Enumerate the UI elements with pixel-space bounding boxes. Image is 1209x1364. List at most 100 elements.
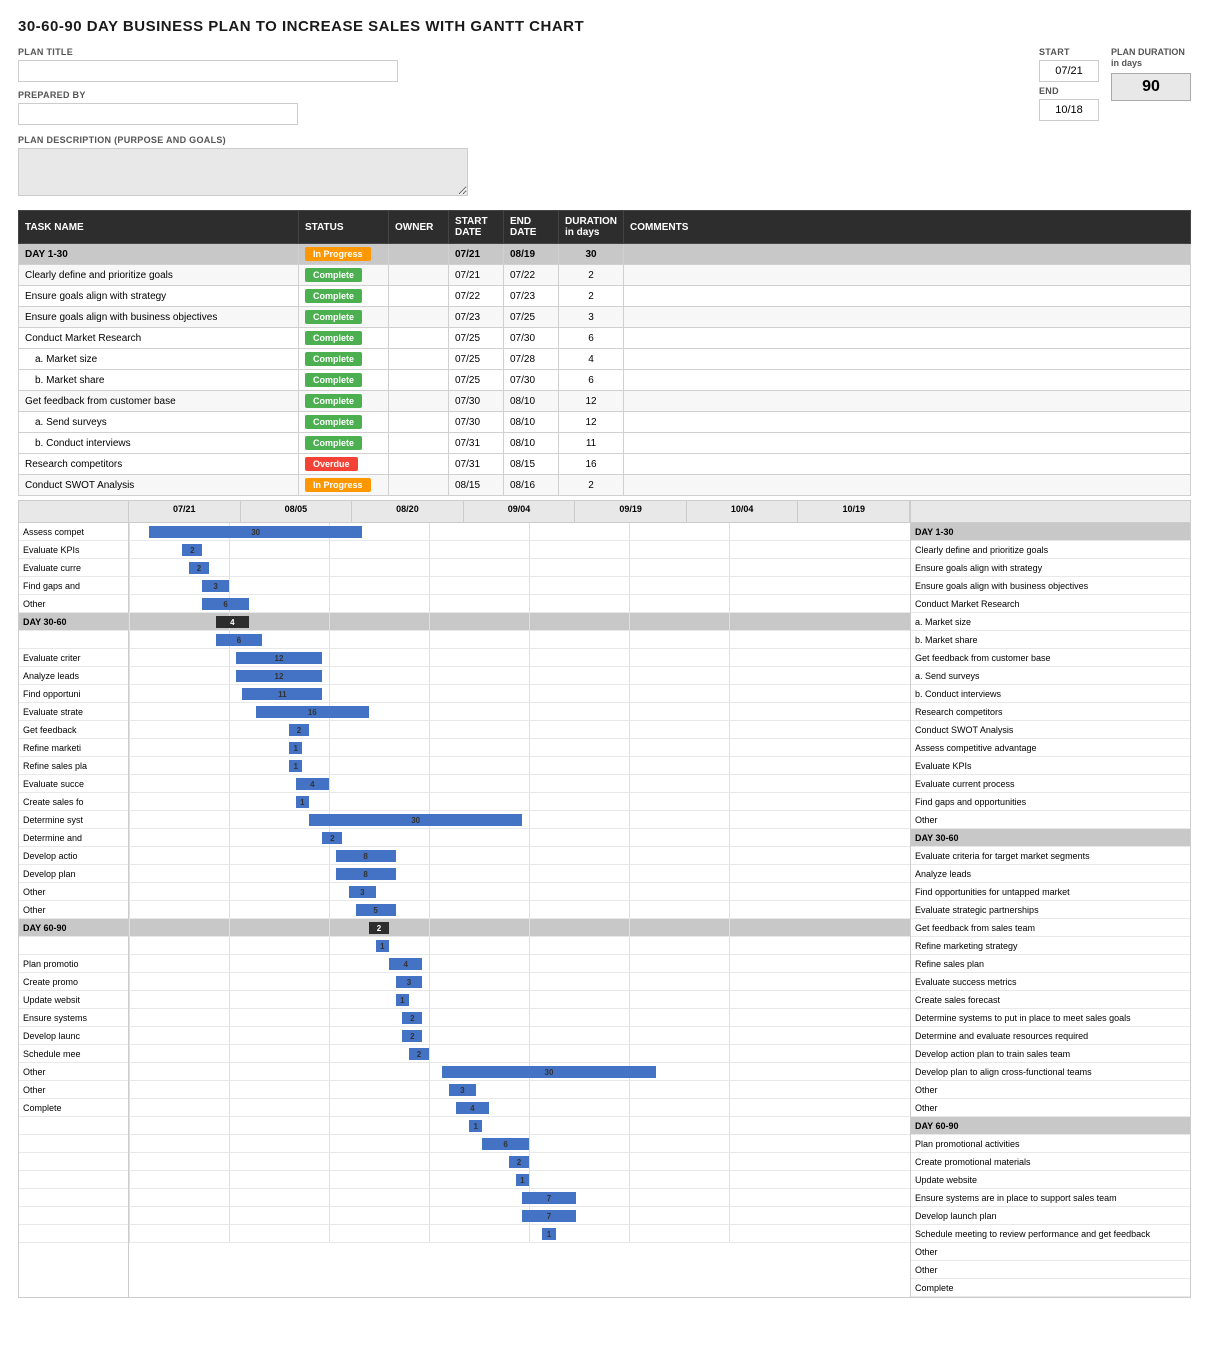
gantt-row-label: Evaluate criter: [19, 649, 128, 667]
status-badge: In Progress: [305, 478, 371, 492]
legend-item: Clearly define and prioritize goals: [911, 541, 1190, 559]
status-badge: Complete: [305, 436, 362, 450]
gantt-bar-row: 1: [129, 757, 910, 775]
table-row-status: Complete: [299, 391, 389, 412]
gantt-row-label: Create promo: [19, 973, 128, 991]
gantt-row-label: Find gaps and: [19, 577, 128, 595]
table-row-task: Conduct Market Research: [19, 328, 299, 349]
legend-item: Find opportunities for untapped market: [911, 883, 1190, 901]
legend-item: Ensure goals align with business objecti…: [911, 577, 1190, 595]
gantt-bar: 30: [442, 1066, 655, 1078]
desc-textarea[interactable]: [18, 148, 468, 196]
gantt-row-label: Other: [19, 1063, 128, 1081]
legend-item: Refine marketing strategy: [911, 937, 1190, 955]
gantt-date-header: 10/04: [687, 501, 799, 522]
end-input[interactable]: [1039, 99, 1099, 121]
legend-item: Create promotional materials: [911, 1153, 1190, 1171]
gantt-bar: 7: [522, 1210, 575, 1222]
gantt-bar: 6: [216, 634, 263, 646]
gantt-chart-area: 07/2108/0508/2009/0409/1910/0410/19 30 2 2…: [129, 501, 910, 1297]
table-row-status: Overdue: [299, 454, 389, 475]
legend-section-item: DAY 1-30: [911, 523, 1190, 541]
table-row-start: 07/31: [449, 454, 504, 475]
table-row-comments: [624, 370, 1191, 391]
gantt-bar: 3: [202, 580, 229, 592]
gantt-bar-row: 7: [129, 1207, 910, 1225]
table-row-task: Conduct SWOT Analysis: [19, 475, 299, 496]
table-row-duration: 2: [559, 286, 624, 307]
gantt-label-header: [19, 501, 128, 523]
legend-item: Evaluate criteria for target market segm…: [911, 847, 1190, 865]
gantt-date-headers: 07/2108/0508/2009/0409/1910/0410/19: [129, 501, 910, 523]
status-badge: Complete: [305, 352, 362, 366]
legend-item: a. Send surveys: [911, 667, 1190, 685]
gantt-bar-row: 2: [129, 919, 910, 937]
status-badge: Complete: [305, 289, 362, 303]
table-row-status: Complete: [299, 307, 389, 328]
gantt-bar: 2: [322, 832, 342, 844]
table-row-owner: [389, 391, 449, 412]
table-row-status: In Progress: [299, 244, 389, 265]
gantt-bar-row: 4: [129, 1099, 910, 1117]
gantt-bar: 30: [309, 814, 522, 826]
gantt-bar-row: 6: [129, 631, 910, 649]
gantt-bar-row: 8: [129, 847, 910, 865]
gantt-row-label: [19, 1225, 128, 1243]
table-row-end: 08/16: [504, 475, 559, 496]
table-row-start: 07/23: [449, 307, 504, 328]
gantt-row-label: Other: [19, 901, 128, 919]
legend-item: Other: [911, 1099, 1190, 1117]
table-row-owner: [389, 286, 449, 307]
gantt-row-label: Develop launc: [19, 1027, 128, 1045]
table-row-end: 08/10: [504, 412, 559, 433]
gantt-row-label: Other: [19, 595, 128, 613]
gantt-row-label: Get feedback: [19, 721, 128, 739]
table-row-status: In Progress: [299, 475, 389, 496]
gantt-row-label: Other: [19, 883, 128, 901]
gantt-row-label: Evaluate KPIs: [19, 541, 128, 559]
gantt-bar-row: 3: [129, 1081, 910, 1099]
plan-title-input[interactable]: [18, 60, 398, 82]
legend-item: Other: [911, 1081, 1190, 1099]
status-badge: In Progress: [305, 247, 371, 261]
gantt-bar-row: 1: [129, 1225, 910, 1243]
table-row-task: b. Market share: [19, 370, 299, 391]
start-input[interactable]: [1039, 60, 1099, 82]
table-row-end: 07/30: [504, 328, 559, 349]
gantt-bar-row: 7: [129, 1189, 910, 1207]
gantt-bar: 11: [242, 688, 322, 700]
status-badge: Complete: [305, 310, 362, 324]
table-row-task: Get feedback from customer base: [19, 391, 299, 412]
gantt-bar: 2: [509, 1156, 529, 1168]
table-row-owner: [389, 349, 449, 370]
plan-title-label: PLAN TITLE: [18, 47, 1019, 57]
gantt-row-label: [19, 1117, 128, 1135]
table-row-duration: 4: [559, 349, 624, 370]
legend-item: Develop plan to align cross-functional t…: [911, 1063, 1190, 1081]
table-row-task: Ensure goals align with business objecti…: [19, 307, 299, 328]
legend-item: Refine sales plan: [911, 955, 1190, 973]
gantt-bar: 3: [449, 1084, 476, 1096]
legend-section-item: DAY 60-90: [911, 1117, 1190, 1135]
gantt-bar: 30: [149, 526, 362, 538]
legend-item: Other: [911, 1261, 1190, 1279]
legend-section-item: DAY 30-60: [911, 829, 1190, 847]
status-badge: Complete: [305, 331, 362, 345]
legend-item: Determine systems to put in place to mee…: [911, 1009, 1190, 1027]
table-row-comments: [624, 475, 1191, 496]
table-row-task: Research competitors: [19, 454, 299, 475]
table-row-start: 07/25: [449, 349, 504, 370]
th-end: END DATE: [504, 211, 559, 244]
table-row-owner: [389, 412, 449, 433]
gantt-bar-row: 12: [129, 667, 910, 685]
gantt-bar-row: 30: [129, 523, 910, 541]
gantt-bar-row: 1: [129, 991, 910, 1009]
legend-item: Evaluate success metrics: [911, 973, 1190, 991]
table-row-status: Complete: [299, 328, 389, 349]
gantt-bar: 12: [236, 670, 323, 682]
duration-input[interactable]: [1111, 73, 1191, 101]
gantt-row-label: [19, 1171, 128, 1189]
prepared-by-input[interactable]: [18, 103, 298, 125]
gantt-row-label: Plan promotio: [19, 955, 128, 973]
gantt-bar: 12: [236, 652, 323, 664]
